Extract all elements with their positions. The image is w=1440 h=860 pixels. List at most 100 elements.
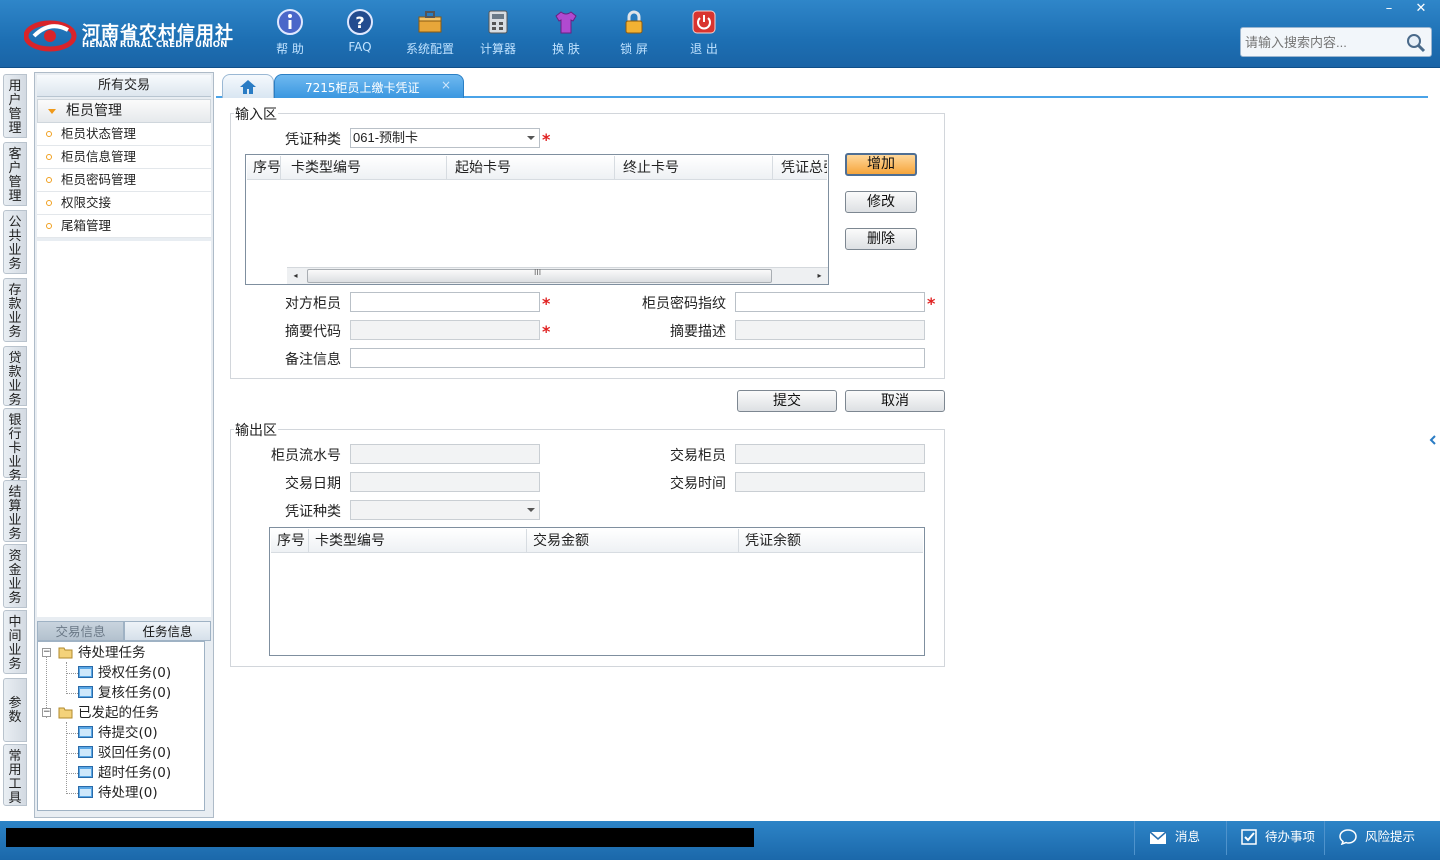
vtab-user-management[interactable]: 用户管理 — [3, 74, 27, 138]
checkbox-icon — [1241, 829, 1257, 845]
risk-alert-button[interactable]: 风险提示 — [1324, 821, 1440, 855]
vtab-label: 客户管理 — [8, 147, 22, 204]
tab-task-info[interactable]: 任务信息 — [124, 621, 211, 641]
calculator-button[interactable]: 计算器 — [468, 8, 528, 60]
col-card-type: 卡类型编号 — [309, 529, 527, 553]
menu-item-teller-password[interactable]: 柜员密码管理 — [37, 169, 211, 192]
exit-button[interactable]: 退 出 — [674, 8, 734, 60]
menu-item-teller-info[interactable]: 柜员信息管理 — [37, 146, 211, 169]
teller-password-fingerprint-label: 柜员密码指纹 — [642, 296, 726, 312]
home-icon — [240, 80, 256, 94]
search-input[interactable] — [1245, 33, 1405, 51]
remark-input[interactable] — [350, 348, 925, 368]
system-config-button[interactable]: 系统配置 — [400, 8, 460, 60]
menu-item-permission-handover[interactable]: 权限交接 — [37, 192, 211, 215]
tree-node-auth-tasks[interactable]: 授权任务(0) — [78, 663, 171, 683]
output-grid[interactable]: 序号 卡类型编号 交易金额 凭证余额 — [269, 527, 925, 656]
tree-node-label: 复核任务(0) — [98, 685, 172, 701]
trade-date-output[interactable] — [350, 472, 540, 492]
lock-icon — [625, 10, 643, 34]
menu-item-tail-box[interactable]: 尾箱管理 — [37, 215, 211, 238]
vtab-settlement-business[interactable]: 结算业务 — [3, 480, 27, 542]
menu-item-teller-status[interactable]: 柜员状态管理 — [37, 123, 211, 146]
tab-home[interactable] — [222, 74, 274, 98]
scroll-grip-icon: III — [534, 268, 542, 277]
cancel-button[interactable]: 取消 — [845, 390, 945, 412]
col-serial: 序号 — [247, 156, 281, 180]
vtab-intermediate-business[interactable]: 中间业务 — [3, 610, 27, 674]
tab-teller-card-voucher[interactable]: 7215柜员上缴卡凭证 × — [274, 74, 464, 98]
collapse-toggle[interactable]: − — [42, 648, 51, 657]
chevron-left-icon — [1429, 435, 1436, 445]
teller-password-fingerprint-input[interactable] — [735, 292, 925, 312]
faq-label: FAQ — [348, 40, 372, 54]
vtab-fund-business[interactable]: 资金业务 — [3, 544, 27, 608]
menu-empty-area — [37, 241, 211, 617]
summary-description-input[interactable] — [735, 320, 925, 340]
tree-node-pending-tasks[interactable]: 待处理任务 — [58, 643, 146, 663]
input-section-title: 输入区 — [234, 104, 278, 124]
tree-node-timeout[interactable]: 超时任务(0) — [78, 763, 171, 783]
faq-button[interactable]: ? FAQ — [330, 8, 390, 60]
tab-transaction-info[interactable]: 交易信息 — [37, 621, 124, 641]
logo-emblem-icon — [23, 20, 77, 52]
lock-screen-button[interactable]: 锁 屏 — [604, 8, 664, 60]
output-voucher-type-select[interactable] — [350, 500, 540, 520]
help-button[interactable]: 帮 助 — [260, 8, 320, 60]
scroll-thumb[interactable]: III — [307, 268, 772, 283]
teller-serial-output[interactable] — [350, 444, 540, 464]
power-icon — [692, 10, 716, 34]
grid-header: 序号 卡类型编号 交易金额 凭证余额 — [271, 529, 923, 553]
vtab-label: 存款业务 — [8, 283, 22, 340]
tree-node-to-submit[interactable]: 待提交(0) — [78, 723, 158, 743]
summary-code-input[interactable] — [350, 320, 540, 340]
tree-line — [66, 733, 78, 734]
collapse-toggle[interactable]: − — [42, 708, 51, 717]
vtab-customer-management[interactable]: 客户管理 — [3, 142, 27, 206]
modify-button[interactable]: 修改 — [845, 191, 917, 213]
scroll-left-icon[interactable]: ◂ — [287, 268, 304, 284]
vtab-loan-business[interactable]: 贷款业务 — [3, 346, 27, 408]
tree-node-to-process[interactable]: 待处理(0) — [78, 783, 158, 803]
delete-button[interactable]: 删除 — [845, 228, 917, 250]
scroll-right-icon[interactable]: ▸ — [811, 268, 828, 284]
submit-button[interactable]: 提交 — [737, 390, 837, 412]
add-button[interactable]: 增加 — [845, 153, 917, 176]
tree-node-rejected[interactable]: 驳回任务(0) — [78, 743, 171, 763]
task-tree: − 待处理任务 授权任务(0) 复核任务(0) − 已发起的任务 待提交(0) … — [37, 641, 205, 811]
trade-time-output[interactable] — [735, 472, 925, 492]
horizontal-scrollbar[interactable]: ◂ III ▸ — [287, 267, 828, 284]
tree-line — [66, 693, 78, 694]
question-icon: ? — [347, 9, 373, 35]
card-voucher-grid[interactable]: 序号 卡类型编号 起始卡号 终止卡号 凭证总张 ◂ III ▸ — [245, 154, 829, 285]
todo-button[interactable]: 待办事项 — [1226, 821, 1324, 855]
dropdown-arrow-icon — [527, 508, 535, 512]
window-close-button[interactable]: ✕ — [1406, 0, 1436, 18]
trade-teller-label: 交易柜员 — [670, 448, 726, 464]
group-label: 柜员管理 — [66, 103, 122, 119]
change-skin-button[interactable]: 换 肤 — [536, 8, 596, 60]
tree-node-review-tasks[interactable]: 复核任务(0) — [78, 683, 171, 703]
vtab-bank-card-business[interactable]: 银行卡业务 — [3, 408, 27, 484]
vtab-parameters[interactable]: 参数 — [3, 678, 27, 742]
vtab-public-business[interactable]: 公共业务 — [3, 210, 27, 274]
messages-button[interactable]: 消息 — [1134, 821, 1226, 855]
teller-management-group[interactable]: 柜员管理 — [37, 99, 211, 123]
window-icon — [78, 746, 93, 758]
right-panel-toggle[interactable] — [1428, 420, 1438, 460]
tree-node-initiated-tasks[interactable]: 已发起的任务 — [58, 703, 159, 723]
toolbox-icon — [418, 11, 442, 33]
vtab-deposit-business[interactable]: 存款业务 — [3, 278, 27, 342]
remark-label: 备注信息 — [285, 352, 341, 368]
minimize-button[interactable]: – — [1374, 0, 1404, 18]
bullet-icon — [46, 223, 52, 229]
calculator-icon — [488, 10, 508, 34]
tab-close-icon[interactable]: × — [441, 78, 451, 92]
voucher-type-select[interactable]: 061-预制卡 — [350, 128, 540, 148]
search-icon[interactable] — [1405, 32, 1427, 54]
counterpart-teller-input[interactable] — [350, 292, 540, 312]
vtab-label: 银行卡业务 — [8, 413, 22, 484]
vtab-common-tools[interactable]: 常用工具 — [3, 744, 27, 806]
trade-teller-output[interactable] — [735, 444, 925, 464]
search-box — [1240, 27, 1432, 57]
